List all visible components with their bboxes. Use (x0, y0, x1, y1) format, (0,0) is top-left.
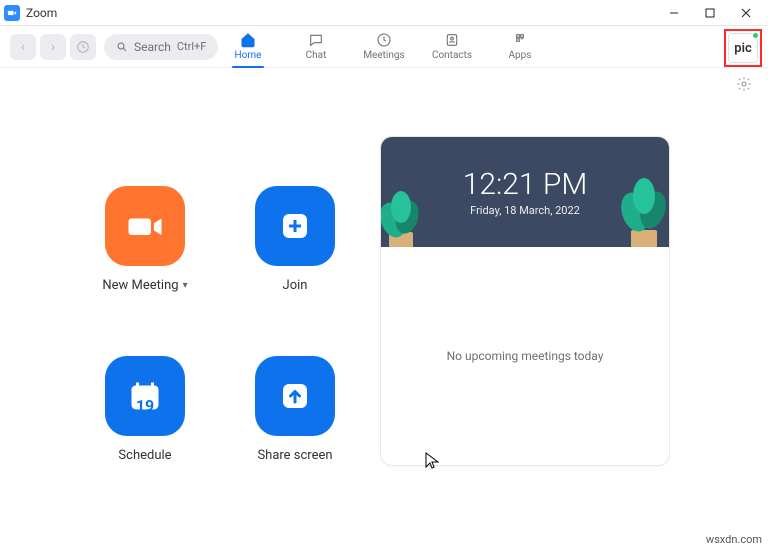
meetings-icon (376, 32, 392, 48)
share-screen-action[interactable]: Share screen (240, 356, 350, 466)
watermark: wsxdn.com (706, 533, 762, 546)
search-icon (116, 41, 128, 53)
tab-label: Meetings (363, 50, 404, 61)
new-meeting-label: New Meeting (102, 278, 178, 293)
status-online-icon (752, 32, 759, 39)
calendar-icon: 19 (105, 356, 185, 436)
search-shortcut: Ctrl+F (177, 40, 206, 53)
schedule-action[interactable]: 19 Schedule (90, 356, 200, 466)
video-icon (105, 186, 185, 266)
tab-chat[interactable]: Chat (292, 26, 340, 68)
contacts-icon (444, 32, 460, 48)
action-label: New Meeting ▾ (102, 278, 187, 293)
nav-group: ‹ › (10, 34, 96, 60)
maximize-button[interactable] (692, 0, 728, 26)
chevron-down-icon[interactable]: ▾ (183, 280, 188, 291)
tab-apps[interactable]: Apps (496, 26, 544, 68)
upcoming-empty: No upcoming meetings today (381, 247, 669, 465)
zoom-icon (4, 5, 20, 21)
clock-time: 12:21 PM (463, 167, 588, 202)
calendar-day: 19 (136, 396, 154, 415)
tab-contacts[interactable]: Contacts (428, 26, 476, 68)
close-button[interactable] (728, 0, 764, 26)
main-content: New Meeting ▾ Join 19 Schedule Share scr… (0, 96, 768, 466)
share-icon (255, 356, 335, 436)
window-title: Zoom (26, 6, 656, 20)
plant-decoration-icon (609, 172, 669, 247)
history-button[interactable] (70, 34, 96, 60)
search-input[interactable]: Search Ctrl+F (104, 34, 218, 60)
tab-meetings[interactable]: Meetings (360, 26, 408, 68)
cursor-icon (425, 452, 439, 474)
forward-button[interactable]: › (40, 34, 66, 60)
toolbar: ‹ › Search Ctrl+F Home Chat Meetings Con… (0, 26, 768, 68)
profile-text: pic (734, 41, 751, 56)
tab-label: Contacts (432, 50, 472, 61)
action-label: Schedule (118, 448, 171, 463)
titlebar: Zoom (0, 0, 768, 26)
action-label: Join (283, 278, 308, 293)
profile-button[interactable]: pic (728, 33, 758, 63)
new-meeting-action[interactable]: New Meeting ▾ (90, 186, 200, 296)
tab-label: Chat (306, 50, 327, 61)
plant-decoration-icon (381, 182, 431, 247)
home-icon (240, 32, 256, 48)
search-label: Search (134, 40, 171, 54)
plus-icon (255, 186, 335, 266)
apps-icon (512, 32, 528, 48)
settings-row (0, 68, 768, 96)
settings-button[interactable] (736, 76, 752, 96)
clock-header: 12:21 PM Friday, 18 March, 2022 (381, 137, 669, 247)
tab-home[interactable]: Home (224, 26, 272, 68)
chat-icon (308, 32, 324, 48)
clock-date: Friday, 18 March, 2022 (470, 204, 580, 217)
action-label: Share screen (257, 448, 332, 463)
profile-highlight: pic (724, 29, 762, 67)
join-action[interactable]: Join (240, 186, 350, 296)
minimize-button[interactable] (656, 0, 692, 26)
back-button[interactable]: ‹ (10, 34, 36, 60)
tabs: Home Chat Meetings Contacts Apps (224, 26, 544, 68)
tab-label: Home (235, 50, 262, 61)
upcoming-card: 12:21 PM Friday, 18 March, 2022 No upcom… (380, 136, 670, 466)
tab-label: Apps (509, 50, 532, 61)
window-controls (656, 0, 764, 26)
action-grid: New Meeting ▾ Join 19 Schedule Share scr… (90, 136, 350, 466)
